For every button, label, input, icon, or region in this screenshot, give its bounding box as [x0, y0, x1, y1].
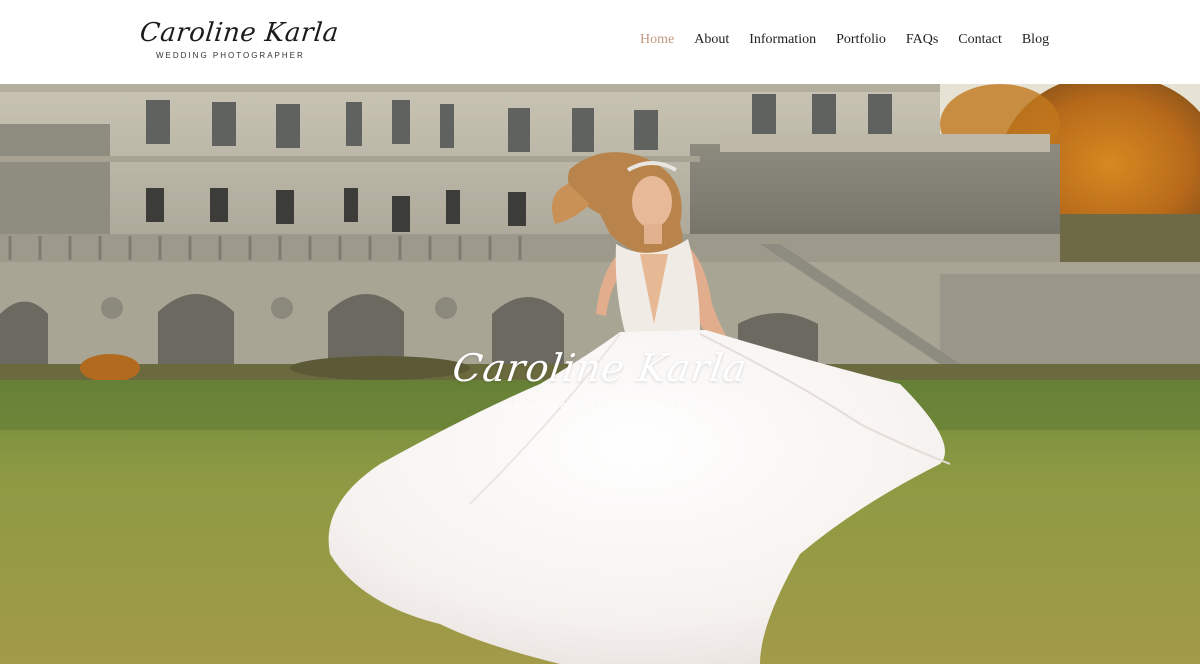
hero-section: Caroline Karla WEDDING PHOTOGRAPHER — [0, 84, 1200, 664]
hero-title: Caroline Karla — [449, 346, 751, 390]
nav-item-portfolio[interactable]: Portfolio — [826, 28, 896, 52]
nav-item-home[interactable]: Home — [630, 28, 684, 52]
nav-item-information[interactable]: Information — [739, 28, 826, 52]
logo-subtitle: WEDDING PHOTOGRAPHER — [156, 51, 305, 60]
main-navigation: Home About Information Portfolio FAQs Co… — [630, 28, 1059, 52]
nav-item-faqs[interactable]: FAQs — [896, 28, 948, 52]
site-logo[interactable]: Caroline Karla WEDDING PHOTOGRAPHER — [138, 14, 341, 66]
nav-item-contact[interactable]: Contact — [948, 28, 1012, 52]
nav-item-about[interactable]: About — [684, 28, 739, 52]
logo-script-text: Caroline Karla — [138, 18, 341, 48]
hero-subtitle: WEDDING PHOTOGRAPHER — [502, 402, 698, 413]
site-header: Caroline Karla WEDDING PHOTOGRAPHER Home… — [0, 0, 1200, 84]
nav-item-blog[interactable]: Blog — [1012, 28, 1059, 52]
